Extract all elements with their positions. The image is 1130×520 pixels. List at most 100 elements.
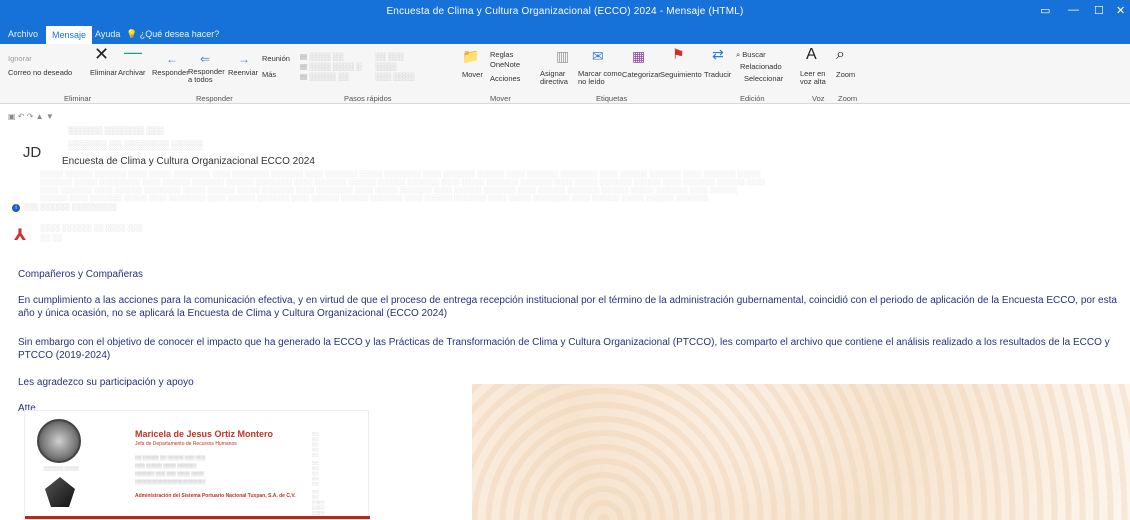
signature-detail-line: ░░░ ░░░░░ ░░░░ ░░░░░░ — [135, 463, 197, 468]
signature-detail-line: ░░░░░░ ░░░ ░░░ ░░░░ ░░░░ — [135, 471, 204, 476]
group-label-respond: Responder — [196, 94, 233, 103]
attachment-name: ░░░░ ░░░░░░ ░░ ░░░░ ░░░ — [40, 225, 143, 232]
group-label-tags: Etiquetas — [596, 94, 628, 103]
unread-icon[interactable]: ✉ — [592, 48, 604, 65]
translate-button[interactable]: Traducir — [704, 70, 731, 79]
ribbon: Ignorar Correo no deseado ✕ Eliminar — A… — [0, 42, 1130, 104]
onenote-button[interactable]: OneNote — [490, 60, 520, 69]
group-label-editing: Edición — [740, 94, 765, 103]
message-subject: Encuesta de Clima y Cultura Organizacion… — [62, 156, 315, 167]
rules-button[interactable]: Reglas — [490, 50, 513, 59]
categorize-icon[interactable]: ▦ — [632, 48, 645, 65]
find-label: Buscar — [742, 50, 766, 59]
select-button[interactable]: Seleccionar — [744, 74, 783, 83]
archive-button[interactable]: Archivar — [118, 68, 146, 77]
signature-role: Jefa de Departamento de Recursos Humanos — [135, 441, 237, 447]
attachment-size: ░░ ░░ — [40, 235, 62, 242]
quick-steps-item[interactable]: ░░░░ — [375, 62, 396, 71]
group-label-move: Mover — [490, 94, 511, 103]
avatar: JD — [12, 132, 52, 172]
find-button[interactable]: ⌕ Buscar — [736, 50, 766, 60]
quick-steps-item[interactable]: ▤ ░░░░ ░░░░ ░ — [300, 62, 361, 71]
redo-icon[interactable]: ↷ — [27, 112, 34, 121]
quick-access-toolbar: ▣ ↶ ↷ ▲ ▼ — [8, 112, 54, 121]
blurred-disclaimer-line: ░░░░░░░ ░░░░░ ░░░░░░░░░ ░░░░ ░░░░░░ ░░░░… — [40, 179, 765, 186]
info-icon: i — [12, 204, 20, 212]
related-button[interactable]: Relacionado — [740, 62, 782, 71]
signature-vertical-text: ░░░░░ ░░░░░ ░░░░░ ░░░ — [313, 430, 325, 515]
flag-icon[interactable]: ⚑ — [672, 46, 685, 63]
junk-button[interactable]: Correo no deseado — [8, 68, 72, 77]
move-button[interactable]: Mover — [462, 70, 483, 79]
signature-accent-bar — [25, 516, 370, 519]
lightbulb-icon: 💡 — [126, 29, 138, 39]
up-icon[interactable]: ▲ — [36, 112, 44, 121]
tell-me-search[interactable]: 💡 ¿Qué desea hacer? — [126, 29, 219, 40]
blurred-disclaimer-line: ░░░░░ ░░░░░░ ░░░░░░░ ░░░░ ░░░░░ ░░░░░░░░… — [40, 171, 761, 178]
search-icon: ⌕ — [736, 50, 741, 59]
follow-up-button[interactable]: Seguimiento — [660, 70, 702, 79]
tab-ayuda[interactable]: Ayuda — [95, 29, 120, 39]
minimize-icon[interactable]: — — [1068, 4, 1079, 16]
signature-name: Maricela de Jesus Ortiz Montero — [135, 429, 274, 439]
delete-button[interactable]: Eliminar — [90, 68, 117, 77]
zoom-button[interactable]: Zoom — [836, 70, 855, 79]
logo-caption: ░░░░░░░ ░░░░░ — [43, 466, 79, 471]
tab-archivo[interactable]: Archivo — [8, 29, 38, 39]
archive-icon[interactable]: — — [124, 42, 142, 63]
more-button[interactable]: Más — [262, 70, 276, 79]
actions-button[interactable]: Acciones — [490, 74, 520, 83]
meeting-button[interactable]: Reunión — [262, 54, 290, 63]
policy-icon[interactable]: ▥ — [556, 48, 569, 65]
quick-steps-item[interactable]: ░░ ░░░ — [375, 52, 404, 61]
menu-bar: Archivo Mensaje Ayuda 💡 ¿Qué desea hacer… — [0, 26, 1130, 44]
quick-steps-item[interactable]: ▤ ░░░░ ░░ — [300, 52, 343, 61]
save-icon[interactable]: ▣ — [8, 112, 16, 121]
tab-mensaje[interactable]: Mensaje — [46, 26, 93, 44]
reply-all-button[interactable]: Responder a todos — [188, 68, 225, 84]
info-bar: i ░░░ ░░░░░░ ░░░░░░░░░ — [12, 204, 116, 212]
window-title: Encuesta de Clima y Cultura Organizacion… — [386, 6, 744, 17]
down-icon[interactable]: ▼ — [46, 112, 54, 121]
sender-line: ░░░░░░ ░░░░░░░ ░░░ — [68, 126, 164, 135]
title-bar: Encuesta de Clima y Cultura Organizacion… — [0, 0, 1130, 26]
pdf-icon: ⅄ — [14, 227, 27, 244]
info-text: ░░░ ░░░░░░ ░░░░░░░░░ — [23, 204, 117, 211]
close-icon[interactable]: ✕ — [1116, 4, 1125, 17]
blurred-disclaimer-line: ░░░░░░ ░░░░ ░░░░░░░ ░░░░░ ░░░░ ░░░░░░░░ … — [40, 195, 708, 202]
categorize-button[interactable]: Categorizar — [622, 70, 661, 79]
quick-steps-item[interactable]: ░░░ ░░░░ — [375, 72, 414, 81]
thanks-line: Les agradezco su participación y apoyo — [18, 377, 194, 388]
institution-logo — [37, 419, 81, 463]
ignore-button[interactable]: Ignorar — [8, 54, 32, 63]
forward-button[interactable]: Reenviar — [228, 68, 258, 77]
zoom-icon[interactable]: ⌕ — [836, 46, 845, 64]
maximize-icon[interactable]: ☐ — [1094, 4, 1104, 17]
undo-icon[interactable]: ↶ — [18, 112, 25, 121]
read-aloud-icon[interactable]: A — [806, 46, 817, 64]
body-paragraph-2: Sin embargo con el objetivo de conocer e… — [18, 337, 1110, 361]
background-artwork — [472, 384, 1130, 520]
ribbon-display-options-icon[interactable]: ▭ — [1040, 4, 1050, 17]
group-label-delete: Eliminar — [64, 94, 92, 103]
group-label-quick-steps: Pasos rápidos — [344, 94, 392, 103]
forward-icon[interactable]: → — [238, 52, 250, 66]
signature-detail-line: ░░ ░░░░░ ░░ ░░░░░ ░░░ ░░░ — [135, 455, 206, 460]
email-signature: ░░░░░░░ ░░░░░ Maricela de Jesus Ortiz Mo… — [24, 410, 370, 520]
read-aloud-button[interactable]: Leer en voz alta — [800, 70, 830, 86]
signature-detail-line: ░░░░░░░░░░░░░░░░░░░░░░ — [135, 479, 206, 484]
reply-all-icon[interactable]: ⇐ — [200, 52, 210, 66]
translate-icon[interactable]: ⇄ — [712, 46, 724, 63]
move-icon[interactable]: 📁 — [462, 48, 479, 65]
blurred-disclaimer-line: ░░░░ ░░░░░░░ ░░░░ ░░░░░░ ░░░░░░░░ ░░░░░ … — [40, 187, 738, 194]
assign-policy-button[interactable]: Asignar directiva — [540, 70, 572, 86]
greeting: Compañeros y Compañeras — [18, 269, 144, 280]
signature-organization: Administración del Sistema Portuario Nac… — [135, 493, 296, 499]
recipients-line: ░░░░░░ ░░ ░░░░░░░ ░░░░░ — [68, 140, 204, 150]
reply-icon[interactable]: ← — [166, 52, 178, 66]
mark-unread-button[interactable]: Marcar como no leído — [578, 70, 622, 86]
reply-button[interactable]: Responder — [152, 68, 189, 77]
quick-steps-item[interactable]: ▤ ░░░░░ ░░ — [300, 72, 348, 81]
emblem-logo — [45, 477, 75, 507]
delete-icon[interactable]: ✕ — [94, 44, 109, 65]
